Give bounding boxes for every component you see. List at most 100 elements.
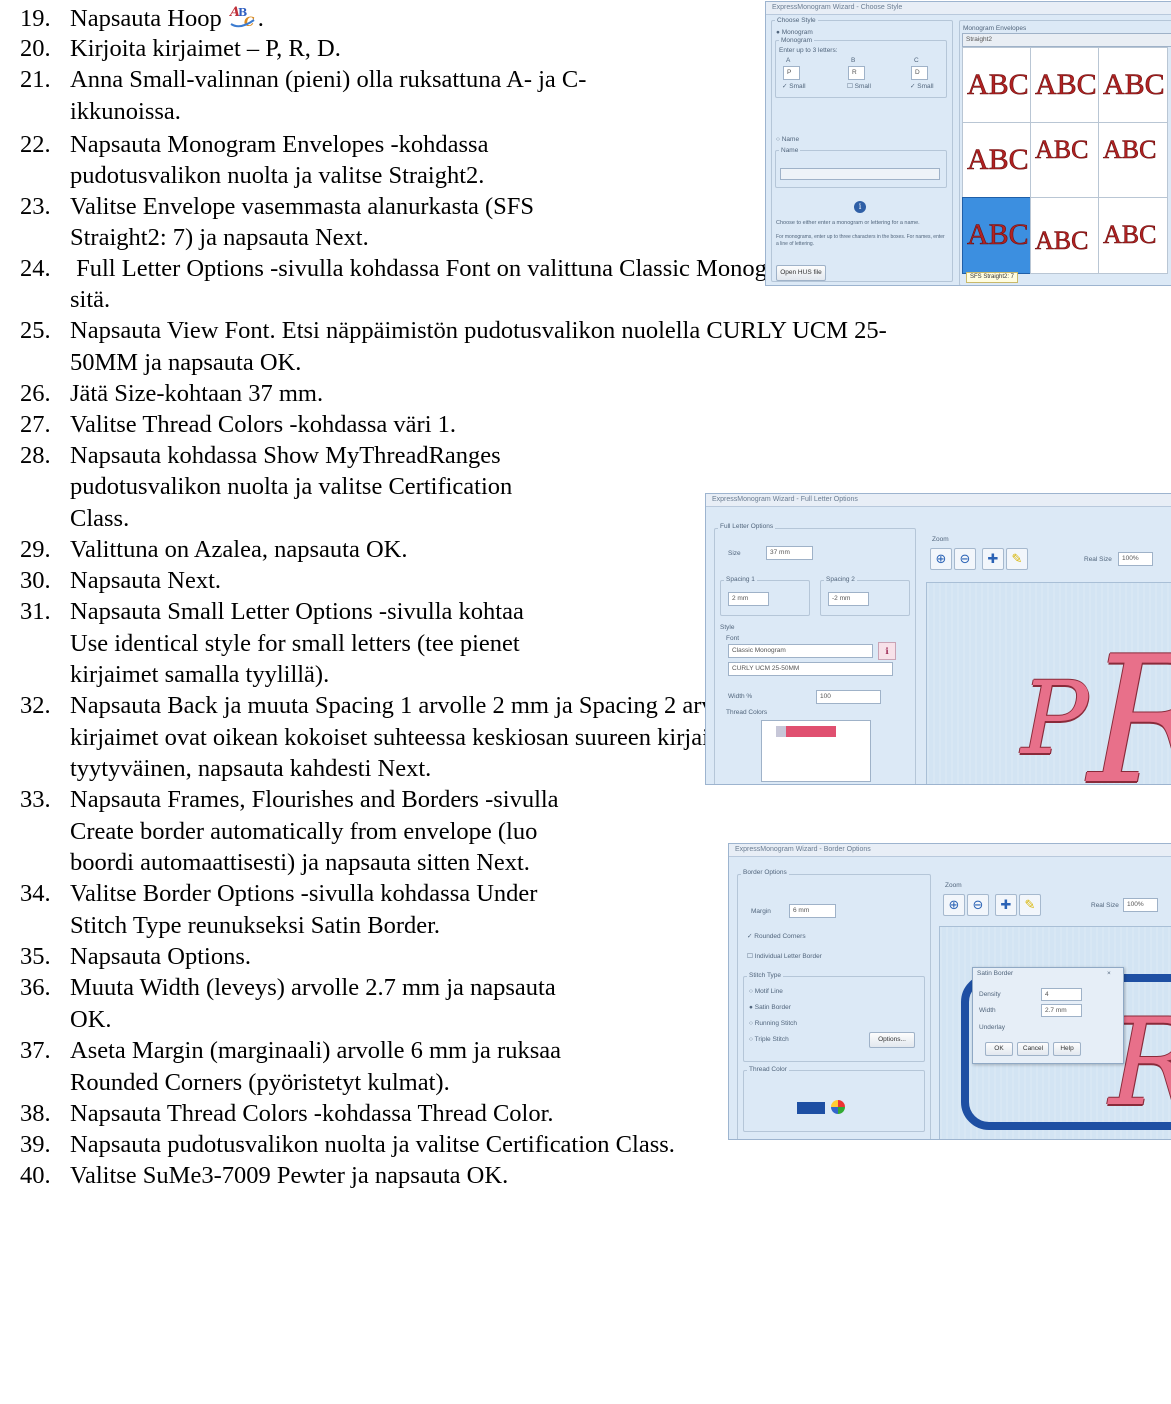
zoom-in-icon[interactable]: ⊕	[930, 548, 952, 570]
real-size-label: Real Size	[1091, 902, 1119, 909]
envelope-cell[interactable]: ABC	[1098, 47, 1168, 124]
envelope-sample-text: ABC	[967, 143, 1029, 177]
options-button[interactable]: Options...	[869, 1032, 915, 1048]
margin-spinner[interactable]: 6 mm	[789, 904, 836, 918]
step-text: Napsauta Thread Colors -kohdassa Thread …	[70, 1100, 554, 1127]
pan-icon[interactable]: ✚	[995, 894, 1017, 916]
rounded-corners-checkbox[interactable]: ✓ Rounded Corners	[747, 932, 806, 940]
selected-envelope-label: SFS Straight2: 7	[966, 272, 1019, 283]
envelope-sample-text: ABC	[967, 68, 1029, 102]
zoom-out-icon[interactable]: ⊖	[967, 894, 989, 916]
measure-icon[interactable]: ✎	[1019, 894, 1041, 916]
stitch-type-label: Stitch Type	[747, 972, 784, 979]
envelope-cell[interactable]: ABC	[962, 122, 1032, 199]
name-input[interactable]	[780, 168, 940, 180]
step-continuation: tyytyväinen, napsauta kahdesti Next.	[70, 755, 432, 782]
step-number: 32.	[20, 692, 51, 719]
envelope-sample-text: ABC	[1035, 135, 1089, 165]
step-text: Valitse Envelope vasemmasta alanurkasta …	[70, 193, 535, 220]
letter-c-input[interactable]: D	[911, 66, 928, 80]
font-name-dropdown[interactable]: CURLY UCM 25-50MM	[728, 662, 893, 676]
step-text: Valitse Thread Colors -kohdassa väri 1.	[70, 411, 457, 438]
zoom-in-icon[interactable]: ⊕	[943, 894, 965, 916]
info-text-2: For monograms, enter up to three charact…	[776, 234, 945, 247]
view-font-icon[interactable]: ℹ	[878, 642, 896, 660]
step-number: 26.	[20, 380, 51, 407]
density-spinner[interactable]: 4	[1041, 988, 1082, 1001]
size-spinner[interactable]: 37 mm	[766, 546, 813, 560]
small-a-checkbox[interactable]: ✓ Small	[782, 82, 806, 90]
step-text: Anna Small-valinnan (pieni) olla ruksatt…	[70, 66, 587, 93]
envelope-dropdown[interactable]: Straight2	[962, 33, 1171, 47]
envelope-sample-text: ABC	[1103, 135, 1157, 165]
margin-label: Margin	[751, 908, 771, 915]
cancel-button[interactable]: Cancel	[1017, 1042, 1049, 1056]
close-icon[interactable]: ×	[1107, 970, 1111, 977]
letter-a-input[interactable]: P	[783, 66, 800, 80]
spacing2-spinner[interactable]: -2 mm	[828, 592, 869, 606]
real-size-field[interactable]: 100%	[1118, 552, 1153, 566]
radio-name[interactable]: ○ Name	[776, 136, 799, 143]
letter-b-input[interactable]: R	[848, 66, 865, 80]
zoom-label: Zoom	[945, 882, 962, 889]
radio-monogram[interactable]: ● Monogram	[776, 29, 813, 36]
width-spinner[interactable]: 100	[816, 690, 881, 704]
step-continuation: pudotusvalikon nuolta ja valitse Certifi…	[70, 473, 513, 500]
step-number: 40.	[20, 1162, 51, 1189]
envelope-cell[interactable]: ABC	[1030, 47, 1100, 124]
step-number: 37.	[20, 1037, 51, 1064]
step-continuation: Rounded Corners (pyöristetyt kulmat).	[70, 1069, 450, 1096]
dialog-title: Satin Border	[977, 970, 1014, 977]
radio-satin-border[interactable]: ● Satin Border	[749, 1004, 791, 1011]
small-b-checkbox[interactable]: ☐ Small	[847, 82, 871, 90]
step-number: 29.	[20, 536, 51, 563]
envelope-sample-text: ABC	[1103, 220, 1157, 250]
individual-border-checkbox[interactable]: ☐ Individual Letter Border	[747, 952, 822, 960]
step-continuation: 50MM ja napsauta OK.	[70, 349, 302, 376]
small-c-checkbox[interactable]: ✓ Small	[910, 82, 934, 90]
thread-color-swatch[interactable]	[797, 1102, 825, 1114]
step-33: 33. Napsauta Frames, Flourishes and Borde…	[20, 784, 559, 815]
zoom-out-icon[interactable]: ⊖	[954, 548, 976, 570]
envelopes-label: Monogram Envelopes	[963, 25, 1027, 32]
spacing1-spinner[interactable]: 2 mm	[728, 592, 769, 606]
radio-motif-line[interactable]: ○ Motif Line	[749, 988, 783, 995]
enter-hint: Enter up to 3 letters:	[779, 47, 838, 54]
thread-color-swatch[interactable]	[776, 726, 836, 737]
envelope-cell[interactable]: ABC	[962, 197, 1032, 274]
step-text: Napsauta Options.	[70, 943, 251, 970]
window-title: ExpressMonogram Wizard - Border Options	[729, 844, 1171, 857]
envelope-cell[interactable]: ABC	[1030, 122, 1100, 199]
step-31: 31. Napsauta Small Letter Options -sivull…	[20, 596, 524, 627]
radio-running-stitch[interactable]: ○ Running Stitch	[749, 1020, 797, 1027]
envelope-cell[interactable]: ABC	[962, 47, 1032, 124]
envelope-sample-text: ABC	[1103, 68, 1165, 102]
step-text: Jätä Size-kohtaan 37 mm.	[70, 380, 324, 407]
help-button[interactable]: Help	[1053, 1042, 1081, 1056]
step-38: 38. Napsauta Thread Colors -kohdassa Thre…	[20, 1098, 554, 1129]
zoom-label: Zoom	[932, 536, 949, 543]
envelope-cell[interactable]: ABC	[1098, 197, 1168, 274]
real-size-field[interactable]: 100%	[1123, 898, 1158, 912]
step-29: 29. Valittuna on Azalea, napsauta OK.	[20, 534, 407, 565]
measure-icon[interactable]: ✎	[1006, 548, 1028, 570]
envelope-cell[interactable]: ABC	[1098, 122, 1168, 199]
real-size-label: Real Size	[1084, 556, 1112, 563]
step-continuation: pudotusvalikon nuolta ja valitse Straigh…	[70, 162, 485, 189]
open-hus-button[interactable]: Open HUS file	[776, 265, 826, 281]
ok-button[interactable]: OK	[985, 1042, 1013, 1056]
step-text: Napsauta Hoop	[70, 5, 222, 32]
width-spinner[interactable]: 2.7 mm	[1041, 1004, 1082, 1017]
step-number: 23.	[20, 193, 51, 220]
step-continuation: kirjaimet samalla tyylillä).	[70, 661, 330, 688]
window-title: ExpressMonogram Wizard - Choose Style	[766, 2, 1171, 15]
radio-triple-stitch[interactable]: ○ Triple Stitch	[749, 1036, 789, 1043]
color-picker-icon[interactable]	[831, 1100, 845, 1114]
step-23: 23. Valitse Envelope vasemmasta alanurkas…	[20, 191, 534, 222]
font-dropdown[interactable]: Classic Monogram	[728, 644, 873, 658]
envelope-sample-text: ABC	[1035, 68, 1097, 102]
spacing2-label: Spacing 2	[824, 576, 857, 583]
pan-icon[interactable]: ✚	[982, 548, 1004, 570]
step-number: 24.	[20, 255, 51, 282]
envelope-cell[interactable]: ABC	[1030, 197, 1100, 274]
